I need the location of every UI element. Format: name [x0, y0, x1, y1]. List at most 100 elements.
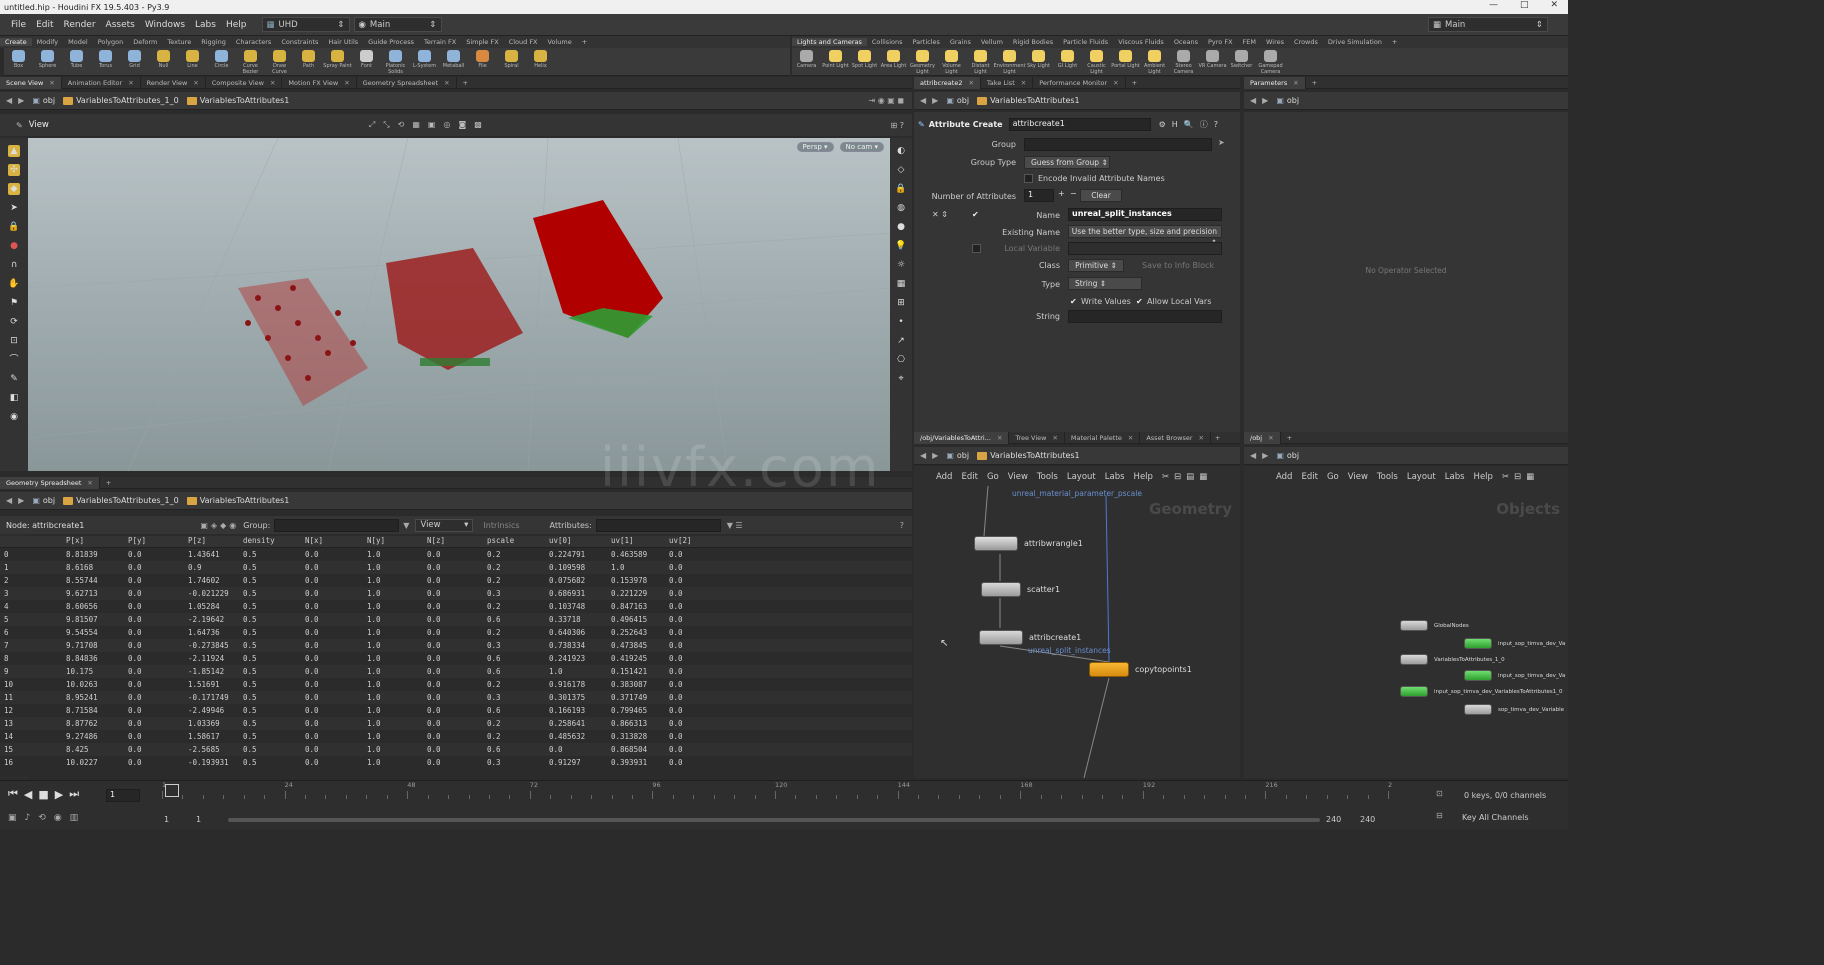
attributes-filter-input[interactable]	[595, 518, 721, 532]
table-row[interactable]: 2 8.55744 0.0 1.74602 0.5 0.0 1.0 0.0 0.2 0.07568…	[0, 574, 912, 587]
camera-menu[interactable]: No cam ▾	[839, 142, 884, 152]
shelf-tab[interactable]: Polygon	[93, 38, 129, 46]
range-end[interactable]: 240	[1326, 815, 1341, 824]
close-icon[interactable]: ✕	[1113, 79, 1118, 87]
string-field[interactable]	[1068, 310, 1222, 323]
shelf-tool-distant-light[interactable]: Distant Light	[966, 48, 995, 76]
shelf-tool-switcher[interactable]: Switcher	[1227, 48, 1256, 76]
path-obj[interactable]: ▣ obj	[1276, 451, 1299, 460]
shelf-tool-grid[interactable]: Grid	[120, 48, 149, 76]
menu-windows[interactable]: Windows	[140, 20, 190, 30]
tab-material-palette[interactable]: Material Palette ✕	[1065, 431, 1141, 444]
local-variable-field[interactable]	[1068, 242, 1222, 255]
realtime-icon[interactable]: ▣	[8, 813, 17, 823]
normal-icon[interactable]: ↗	[895, 335, 907, 347]
add-tab-icon[interactable]: +	[577, 38, 592, 46]
tab-motion-fx-view[interactable]: Motion FX View ✕	[282, 76, 357, 89]
select-arrow-icon[interactable]: ➤	[1218, 138, 1225, 147]
shelf-tool-point-light[interactable]: Point Light	[821, 48, 850, 76]
filter-icon[interactable]: ▼	[403, 521, 409, 530]
light-icon[interactable]: 💡	[895, 240, 907, 252]
back-icon[interactable]: ◀	[6, 96, 12, 105]
playhead[interactable]	[165, 784, 179, 797]
tab-parameters[interactable]: Parameters ✕	[1244, 76, 1306, 89]
network2-editor[interactable]: Add Edit Go View Tools Layout Labs Help …	[1244, 466, 1568, 778]
tab-render-view[interactable]: Render View ✕	[141, 76, 206, 89]
column-header[interactable]: P[y]	[124, 536, 184, 547]
menu-labs[interactable]: Labs	[190, 20, 221, 30]
brush-icon[interactable]: ✎	[8, 373, 20, 385]
range-slider[interactable]	[228, 818, 1320, 822]
column-header[interactable]: density	[239, 536, 301, 547]
path-obj[interactable]: ▣ obj	[1276, 96, 1299, 105]
column-header[interactable]: uv[2]	[665, 536, 725, 547]
maximize-icon[interactable]: □	[1520, 0, 1529, 10]
network-menu-edit[interactable]: Edit	[1301, 472, 1317, 482]
shelf-tab[interactable]: Constraints	[276, 38, 323, 46]
play-icon[interactable]: ▶	[55, 788, 63, 801]
forward-icon[interactable]: ▶	[18, 96, 24, 105]
scene-viewport[interactable]: Persp ▾ No cam ▾	[28, 138, 890, 471]
transform-tool-icon[interactable]: ✣	[8, 164, 20, 176]
table-row[interactable]: 0 8.81839 0.0 1.43641 0.5 0.0 1.0 0.0 0.2 0.22479…	[0, 548, 912, 561]
tab-attribcreate2[interactable]: attribcreate2 ✕	[914, 76, 981, 89]
network-menu-labs[interactable]: Labs	[1445, 472, 1465, 482]
obj-node-variablestoattributes[interactable]: VariablesToAttributes_1_0	[1400, 654, 1505, 665]
shelf-tab[interactable]: Oceans	[1169, 38, 1203, 46]
shelf-tool-font[interactable]: Font	[352, 48, 381, 76]
column-header[interactable]: uv[0]	[545, 536, 607, 547]
network-menu-tools[interactable]: Tools	[1377, 472, 1398, 482]
select-tool-icon[interactable]: ▲	[8, 145, 20, 157]
close-icon[interactable]: ✕	[997, 434, 1002, 442]
shelf-tool-platonic-solids[interactable]: Platonic Solids	[381, 48, 410, 76]
add-icon[interactable]: +	[1058, 189, 1065, 198]
shelf-tab[interactable]: Simple FX	[461, 38, 503, 46]
rotate-icon[interactable]: ⟳	[8, 316, 20, 328]
shelf-tool-stereo-camera[interactable]: Stereo Camera	[1169, 48, 1198, 76]
add-tab-icon[interactable]: +	[106, 479, 111, 487]
column-header[interactable]: N[y]	[363, 536, 423, 547]
node-attribcreate1[interactable]: attribcreate1	[979, 630, 1081, 645]
tab-animation-editor[interactable]: Animation Editor ✕	[62, 76, 141, 89]
shelf-tab[interactable]: Rigid Bodies	[1008, 38, 1058, 46]
current-frame-field[interactable]: 1	[106, 789, 140, 802]
obj-node-input2[interactable]: input_sop_timva_dev_Va	[1464, 670, 1565, 681]
shelf-tab[interactable]: Crowds	[1289, 38, 1323, 46]
add-tab-icon[interactable]: +	[1312, 79, 1317, 87]
close-icon[interactable]: ✕	[444, 79, 449, 87]
shelf-tab[interactable]: Volume	[543, 38, 577, 46]
pin-icon[interactable]: ⇥ ◉ ▣ ◼	[868, 96, 904, 105]
menu-file[interactable]: File	[6, 20, 31, 30]
network-menu-add[interactable]: Add	[1276, 472, 1292, 482]
table-row[interactable]: 13 8.87762 0.0 1.03369 0.5 0.0 1.0 0.0 0.2 0.2586…	[0, 717, 912, 730]
encode-checkbox[interactable]	[1024, 174, 1033, 183]
column-header[interactable]: N[x]	[301, 536, 363, 547]
pose-icon[interactable]: ✋	[8, 278, 20, 290]
table-row[interactable]: 16 10.0227 0.0 -0.193931 0.5 0.0 1.0 0.0 0.3 0.91…	[0, 756, 912, 769]
audio-icon[interactable]: ♪	[25, 813, 31, 823]
network-menu-help[interactable]: Help	[1474, 472, 1493, 482]
magnet-icon[interactable]: ∩	[8, 259, 20, 271]
shelf-tab[interactable]: Guide Process	[363, 38, 419, 46]
close-icon[interactable]: ✕	[270, 79, 275, 87]
camera-icon[interactable]: ⎔	[895, 354, 907, 366]
step-back-icon[interactable]: ◀	[24, 788, 32, 801]
column-header[interactable]: P[x]	[62, 536, 124, 547]
node-action-icons[interactable]: ⚙H🔍ⓘ?	[1159, 119, 1224, 130]
jump-start-icon[interactable]: ⏮	[8, 787, 18, 801]
shelf-tool-camera[interactable]: Camera	[792, 48, 821, 76]
jump-end-icon[interactable]: ⏭	[69, 787, 79, 801]
node-copytopoints1[interactable]: copytopoints1	[1089, 662, 1192, 677]
column-header[interactable]: N[z]	[423, 536, 483, 547]
shelf-tool-gi-light[interactable]: GI Light	[1053, 48, 1082, 76]
persp-menu[interactable]: Persp ▾	[796, 142, 834, 152]
minimize-icon[interactable]: —	[1489, 0, 1498, 10]
shelf-tool-caustic-light[interactable]: Caustic Light	[1082, 48, 1111, 76]
multiparm-remove-icon[interactable]: ✕ ⇕	[932, 210, 948, 219]
column-header[interactable]: uv[1]	[607, 536, 665, 547]
shelf-tool-curve-bezier[interactable]: Curve Bezier	[236, 48, 265, 76]
path-node[interactable]: VariablesToAttributes1	[977, 96, 1080, 105]
range-start-2[interactable]: 1	[196, 815, 201, 824]
close-icon[interactable]: ✕	[1550, 0, 1558, 10]
shelf-tool-file[interactable]: File	[468, 48, 497, 76]
